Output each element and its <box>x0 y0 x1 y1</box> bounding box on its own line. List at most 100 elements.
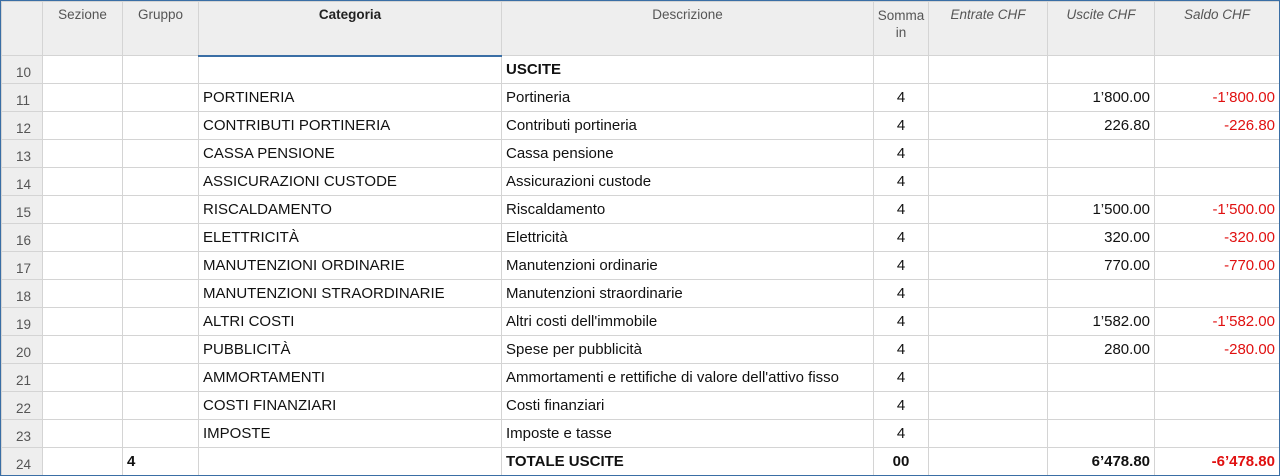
cell-entrate[interactable] <box>928 335 1048 364</box>
cell-saldo[interactable]: -770.00 <box>1154 251 1279 280</box>
cell-uscite[interactable] <box>1047 139 1155 168</box>
cell-gruppo[interactable] <box>122 251 199 280</box>
row-number[interactable]: 12 <box>1 111 43 140</box>
cell-gruppo[interactable] <box>122 167 199 196</box>
row-number[interactable]: 13 <box>1 139 43 168</box>
row-number[interactable]: 18 <box>1 279 43 308</box>
cell-sezione[interactable] <box>42 55 123 84</box>
cell-categoria[interactable]: ASSICURAZIONI CUSTODE <box>198 167 502 196</box>
cell-categoria[interactable]: CONTRIBUTI PORTINERIA <box>198 111 502 140</box>
cell-saldo[interactable] <box>1154 419 1279 448</box>
cell-categoria[interactable]: ALTRI COSTI <box>198 307 502 336</box>
cell-somma-in[interactable]: 4 <box>873 335 929 364</box>
cell-categoria[interactable] <box>198 447 502 475</box>
cell-entrate[interactable] <box>928 167 1048 196</box>
cell-uscite[interactable] <box>1047 55 1155 84</box>
row-number[interactable]: 22 <box>1 391 43 420</box>
cell-uscite[interactable] <box>1047 279 1155 308</box>
column-header-descrizione[interactable]: Descrizione <box>501 1 874 56</box>
cell-uscite[interactable] <box>1047 167 1155 196</box>
row-number[interactable]: 14 <box>1 167 43 196</box>
cell-entrate[interactable] <box>928 279 1048 308</box>
cell-somma-in[interactable]: 4 <box>873 139 929 168</box>
cell-descrizione[interactable]: Portineria <box>501 83 874 112</box>
row-number[interactable]: 19 <box>1 307 43 336</box>
cell-uscite[interactable]: 6’478.80 <box>1047 447 1155 475</box>
column-header-sezione[interactable]: Sezione <box>42 1 123 56</box>
cell-gruppo[interactable] <box>122 279 199 308</box>
cell-gruppo[interactable] <box>122 335 199 364</box>
cell-descrizione[interactable]: Manutenzioni ordinarie <box>501 251 874 280</box>
cell-saldo[interactable]: -1’800.00 <box>1154 83 1279 112</box>
cell-sezione[interactable] <box>42 279 123 308</box>
column-header-gruppo[interactable]: Gruppo <box>122 1 199 56</box>
cell-somma-in[interactable]: 4 <box>873 279 929 308</box>
cell-gruppo[interactable]: 4 <box>122 447 199 475</box>
cell-descrizione[interactable]: Assicurazioni custode <box>501 167 874 196</box>
cell-uscite[interactable]: 1’500.00 <box>1047 195 1155 224</box>
cell-entrate[interactable] <box>928 83 1048 112</box>
cell-sezione[interactable] <box>42 195 123 224</box>
cell-uscite[interactable]: 280.00 <box>1047 335 1155 364</box>
cell-somma-in[interactable]: 4 <box>873 363 929 392</box>
row-number[interactable]: 23 <box>1 419 43 448</box>
cell-saldo[interactable]: -226.80 <box>1154 111 1279 140</box>
row-number[interactable]: 17 <box>1 251 43 280</box>
cell-entrate[interactable] <box>928 307 1048 336</box>
cell-categoria[interactable]: COSTI FINANZIARI <box>198 391 502 420</box>
row-number[interactable]: 11 <box>1 83 43 112</box>
column-header-somma-in[interactable]: Somma in <box>873 1 929 56</box>
cell-descrizione[interactable]: Cassa pensione <box>501 139 874 168</box>
cell-entrate[interactable] <box>928 195 1048 224</box>
cell-categoria[interactable]: RISCALDAMENTO <box>198 195 502 224</box>
cell-entrate[interactable] <box>928 55 1048 84</box>
cell-descrizione[interactable]: Riscaldamento <box>501 195 874 224</box>
cell-descrizione[interactable]: Altri costi dell'immobile <box>501 307 874 336</box>
cell-gruppo[interactable] <box>122 83 199 112</box>
cell-entrate[interactable] <box>928 223 1048 252</box>
cell-gruppo[interactable] <box>122 55 199 84</box>
cell-categoria[interactable]: MANUTENZIONI ORDINARIE <box>198 251 502 280</box>
cell-somma-in[interactable]: 4 <box>873 251 929 280</box>
cell-descrizione[interactable]: Manutenzioni straordinarie <box>501 279 874 308</box>
cell-descrizione[interactable]: Costi finanziari <box>501 391 874 420</box>
row-number[interactable]: 24 <box>1 447 43 475</box>
cell-descrizione[interactable]: USCITE <box>501 55 874 84</box>
cell-saldo[interactable] <box>1154 55 1279 84</box>
cell-somma-in[interactable]: 4 <box>873 391 929 420</box>
cell-somma-in[interactable]: 4 <box>873 223 929 252</box>
cell-categoria[interactable] <box>198 55 502 84</box>
cell-categoria[interactable]: PUBBLICITÀ <box>198 335 502 364</box>
cell-sezione[interactable] <box>42 335 123 364</box>
column-header-saldo[interactable]: Saldo CHF <box>1154 1 1279 56</box>
cell-saldo[interactable] <box>1154 139 1279 168</box>
cell-sezione[interactable] <box>42 139 123 168</box>
cell-descrizione[interactable]: Contributi portineria <box>501 111 874 140</box>
cell-categoria[interactable]: PORTINERIA <box>198 83 502 112</box>
cell-saldo[interactable]: -320.00 <box>1154 223 1279 252</box>
column-header-entrate[interactable]: Entrate CHF <box>928 1 1048 56</box>
cell-gruppo[interactable] <box>122 419 199 448</box>
cell-somma-in[interactable]: 4 <box>873 111 929 140</box>
cell-somma-in[interactable]: 4 <box>873 307 929 336</box>
cell-categoria[interactable]: IMPOSTE <box>198 419 502 448</box>
cell-sezione[interactable] <box>42 391 123 420</box>
cell-sezione[interactable] <box>42 83 123 112</box>
cell-sezione[interactable] <box>42 223 123 252</box>
cell-entrate[interactable] <box>928 391 1048 420</box>
cell-gruppo[interactable] <box>122 307 199 336</box>
cell-sezione[interactable] <box>42 307 123 336</box>
cell-sezione[interactable] <box>42 111 123 140</box>
row-number[interactable]: 10 <box>1 55 43 84</box>
cell-somma-in[interactable]: 4 <box>873 195 929 224</box>
cell-sezione[interactable] <box>42 447 123 475</box>
cell-uscite[interactable]: 226.80 <box>1047 111 1155 140</box>
cell-entrate[interactable] <box>928 447 1048 475</box>
row-number[interactable]: 21 <box>1 363 43 392</box>
cell-entrate[interactable] <box>928 251 1048 280</box>
cell-descrizione[interactable]: Imposte e tasse <box>501 419 874 448</box>
cell-uscite[interactable] <box>1047 391 1155 420</box>
row-number[interactable]: 20 <box>1 335 43 364</box>
column-header-uscite[interactable]: Uscite CHF <box>1047 1 1155 56</box>
cell-uscite[interactable] <box>1047 419 1155 448</box>
